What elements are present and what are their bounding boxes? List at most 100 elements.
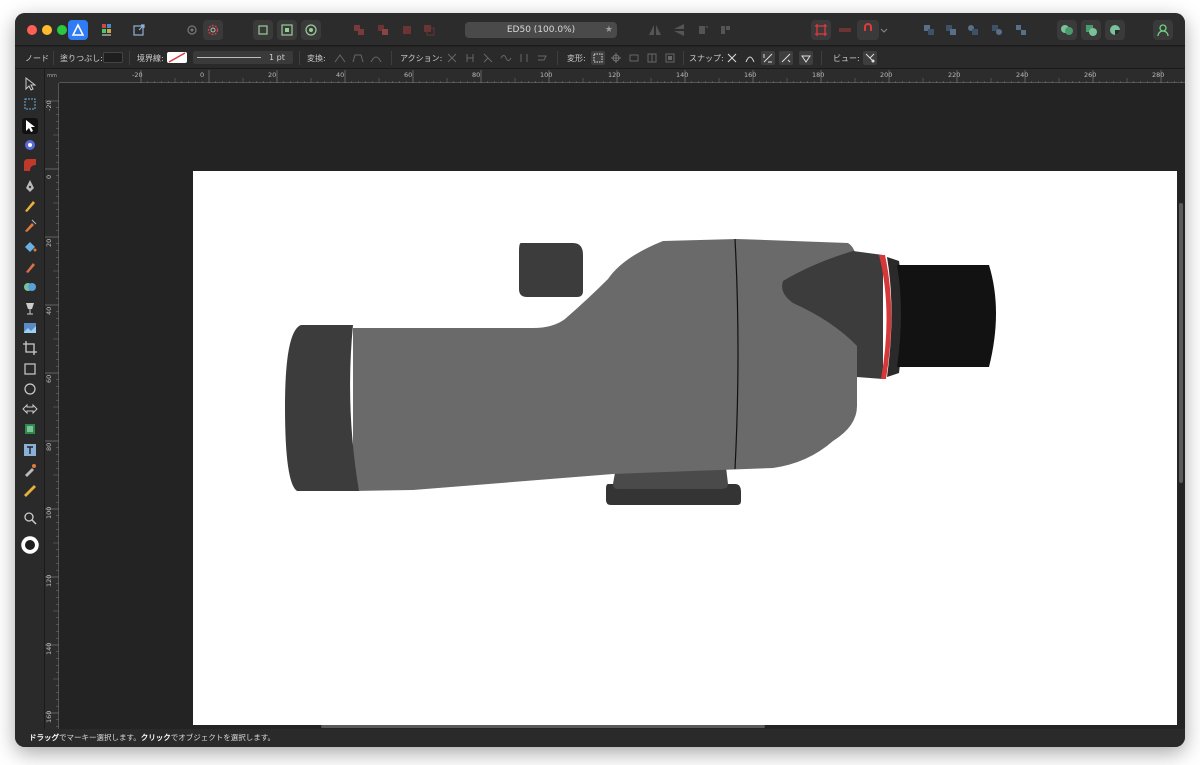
minimize-window-button[interactable] bbox=[42, 25, 52, 35]
distribute-nodes-icon[interactable] bbox=[663, 51, 677, 65]
snapping-dropdown-chevron-icon[interactable] bbox=[880, 20, 888, 40]
ruler-unit-label: mm bbox=[47, 73, 57, 79]
point-transform-tool-icon[interactable] bbox=[22, 137, 38, 153]
rectangle-tool-icon[interactable] bbox=[22, 361, 38, 377]
boolean-subtract-icon[interactable] bbox=[373, 20, 393, 40]
snap-to-nodes-icon[interactable] bbox=[725, 51, 739, 65]
join-curves-icon[interactable] bbox=[499, 51, 513, 65]
smooth-curve-icon[interactable] bbox=[481, 51, 495, 65]
favorite-star-icon[interactable]: ★ bbox=[605, 22, 613, 38]
convert-sharp-icon[interactable] bbox=[333, 51, 347, 65]
boolean-intersect-icon[interactable] bbox=[397, 20, 417, 40]
horizontal-ruler[interactable]: -20 0 20 40 60 80 100 120 140 160 180 200 220 240 260 2… bbox=[59, 69, 1185, 84]
convert-smooth-icon[interactable] bbox=[351, 51, 365, 65]
color-picker-tool-icon[interactable] bbox=[22, 462, 38, 478]
vertical-scrollbar[interactable] bbox=[1177, 83, 1185, 725]
ruler-tick-label: 20 bbox=[45, 239, 53, 247]
zoom-window-button[interactable] bbox=[57, 25, 67, 35]
transform-mode-icon[interactable] bbox=[591, 51, 605, 65]
document-canvas[interactable] bbox=[59, 83, 1177, 725]
account-user-icon[interactable] bbox=[1153, 20, 1173, 40]
ruler-tick-label: 120 bbox=[608, 71, 620, 79]
fill-color-swatch[interactable] bbox=[103, 52, 123, 63]
ruler-tick-label: 220 bbox=[948, 71, 960, 79]
snap-to-midpoints-icon[interactable] bbox=[779, 51, 793, 65]
horizontal-scroll-thumb[interactable] bbox=[321, 725, 765, 728]
node-tool-icon[interactable] bbox=[22, 118, 38, 134]
insert-inside-icon[interactable] bbox=[1057, 20, 1077, 40]
spotting-scope-illustration[interactable] bbox=[193, 171, 1177, 725]
snap-to-handles-icon[interactable] bbox=[761, 51, 775, 65]
document-setup-icon[interactable] bbox=[182, 20, 202, 40]
arrange-back-icon[interactable] bbox=[919, 20, 939, 40]
arrange-order-icon[interactable] bbox=[1011, 20, 1031, 40]
cut-curve-icon[interactable] bbox=[535, 51, 549, 65]
vector-brush-tool-icon[interactable] bbox=[22, 218, 38, 234]
snapping-magnet-icon[interactable] bbox=[857, 20, 879, 40]
designer-persona-icon[interactable] bbox=[68, 20, 88, 40]
paint-brush-tool-icon[interactable] bbox=[22, 259, 38, 275]
close-window-button[interactable] bbox=[27, 25, 37, 35]
artboard-tool-icon[interactable] bbox=[22, 96, 38, 112]
export-persona-icon[interactable] bbox=[129, 20, 149, 40]
transparency-tool-icon[interactable] bbox=[22, 300, 38, 316]
preferences-gear-icon[interactable] bbox=[203, 20, 223, 40]
transform-origin-icon[interactable] bbox=[609, 51, 623, 65]
objective-ring-shape bbox=[285, 325, 359, 491]
align-nodes-h-icon[interactable] bbox=[627, 51, 641, 65]
ruler-tick-label: 260 bbox=[1084, 71, 1096, 79]
shape-builder-tool-icon[interactable] bbox=[22, 279, 38, 295]
align-nodes-v-icon[interactable] bbox=[645, 51, 659, 65]
vertical-ruler[interactable]: -20 0 20 40 60 80 100 120 140 160 bbox=[45, 83, 59, 729]
convert-smart-icon[interactable] bbox=[369, 51, 383, 65]
reverse-curves-icon[interactable] bbox=[517, 51, 531, 65]
insert-behind-icon[interactable] bbox=[1081, 20, 1101, 40]
arrow-shape-tool-icon[interactable] bbox=[22, 401, 38, 417]
vertical-scroll-thumb[interactable] bbox=[1179, 203, 1183, 483]
boolean-divide-icon[interactable] bbox=[419, 20, 439, 40]
zoom-tool-icon[interactable] bbox=[22, 510, 38, 526]
snapping-options-icon[interactable] bbox=[835, 20, 855, 40]
text-tool-icon[interactable] bbox=[22, 442, 38, 458]
arrange-forward-icon[interactable] bbox=[963, 20, 983, 40]
arrange-backward-icon[interactable] bbox=[941, 20, 961, 40]
pen-tool-icon[interactable] bbox=[22, 178, 38, 194]
pixel-persona-icon[interactable] bbox=[98, 20, 118, 40]
color-well-icon[interactable] bbox=[20, 535, 40, 555]
place-image-tool-icon[interactable] bbox=[22, 320, 38, 336]
ruler-tick-label: -20 bbox=[132, 71, 143, 79]
rotate-right-icon[interactable] bbox=[715, 20, 735, 40]
break-curve-icon[interactable] bbox=[445, 51, 459, 65]
ruler-tick-label: 280 bbox=[1152, 71, 1164, 79]
contour-tool-icon[interactable] bbox=[22, 421, 38, 437]
vector-crop-tool-icon[interactable] bbox=[22, 340, 38, 356]
pencil-tool-icon[interactable] bbox=[22, 198, 38, 214]
align-middle-icon[interactable] bbox=[277, 20, 297, 40]
measure-tool-icon[interactable] bbox=[22, 483, 38, 499]
boolean-add-icon[interactable] bbox=[349, 20, 369, 40]
snap-to-curves-icon[interactable] bbox=[743, 51, 757, 65]
snapping-grid-icon[interactable] bbox=[811, 20, 831, 40]
document-title-tab[interactable]: ED50 (100.0%) ★ bbox=[465, 22, 617, 38]
ruler-origin[interactable]: mm bbox=[45, 69, 59, 83]
snap-label: スナップ: bbox=[689, 54, 724, 63]
view-options-icon[interactable] bbox=[863, 51, 877, 65]
align-bottom-icon[interactable] bbox=[301, 20, 321, 40]
snap-to-angle-icon[interactable] bbox=[799, 51, 813, 65]
ellipse-tool-icon[interactable] bbox=[22, 381, 38, 397]
move-tool-icon[interactable] bbox=[22, 76, 38, 92]
stroke-width-value: 1 pt bbox=[269, 53, 285, 62]
corner-tool-icon[interactable] bbox=[22, 157, 38, 173]
fill-tool-icon[interactable] bbox=[22, 238, 38, 254]
insert-top-icon[interactable] bbox=[1105, 20, 1125, 40]
align-top-icon[interactable] bbox=[253, 20, 273, 40]
arrange-front-icon[interactable] bbox=[987, 20, 1007, 40]
rotate-left-icon[interactable] bbox=[693, 20, 713, 40]
ruler-tick-label: 240 bbox=[1016, 71, 1028, 79]
artboard[interactable] bbox=[193, 171, 1177, 725]
close-curve-icon[interactable] bbox=[463, 51, 477, 65]
flip-horizontal-icon[interactable] bbox=[645, 20, 665, 40]
ruler-tick-label: 20 bbox=[268, 71, 276, 79]
flip-vertical-icon[interactable] bbox=[669, 20, 689, 40]
stroke-color-swatch[interactable] bbox=[167, 52, 187, 63]
